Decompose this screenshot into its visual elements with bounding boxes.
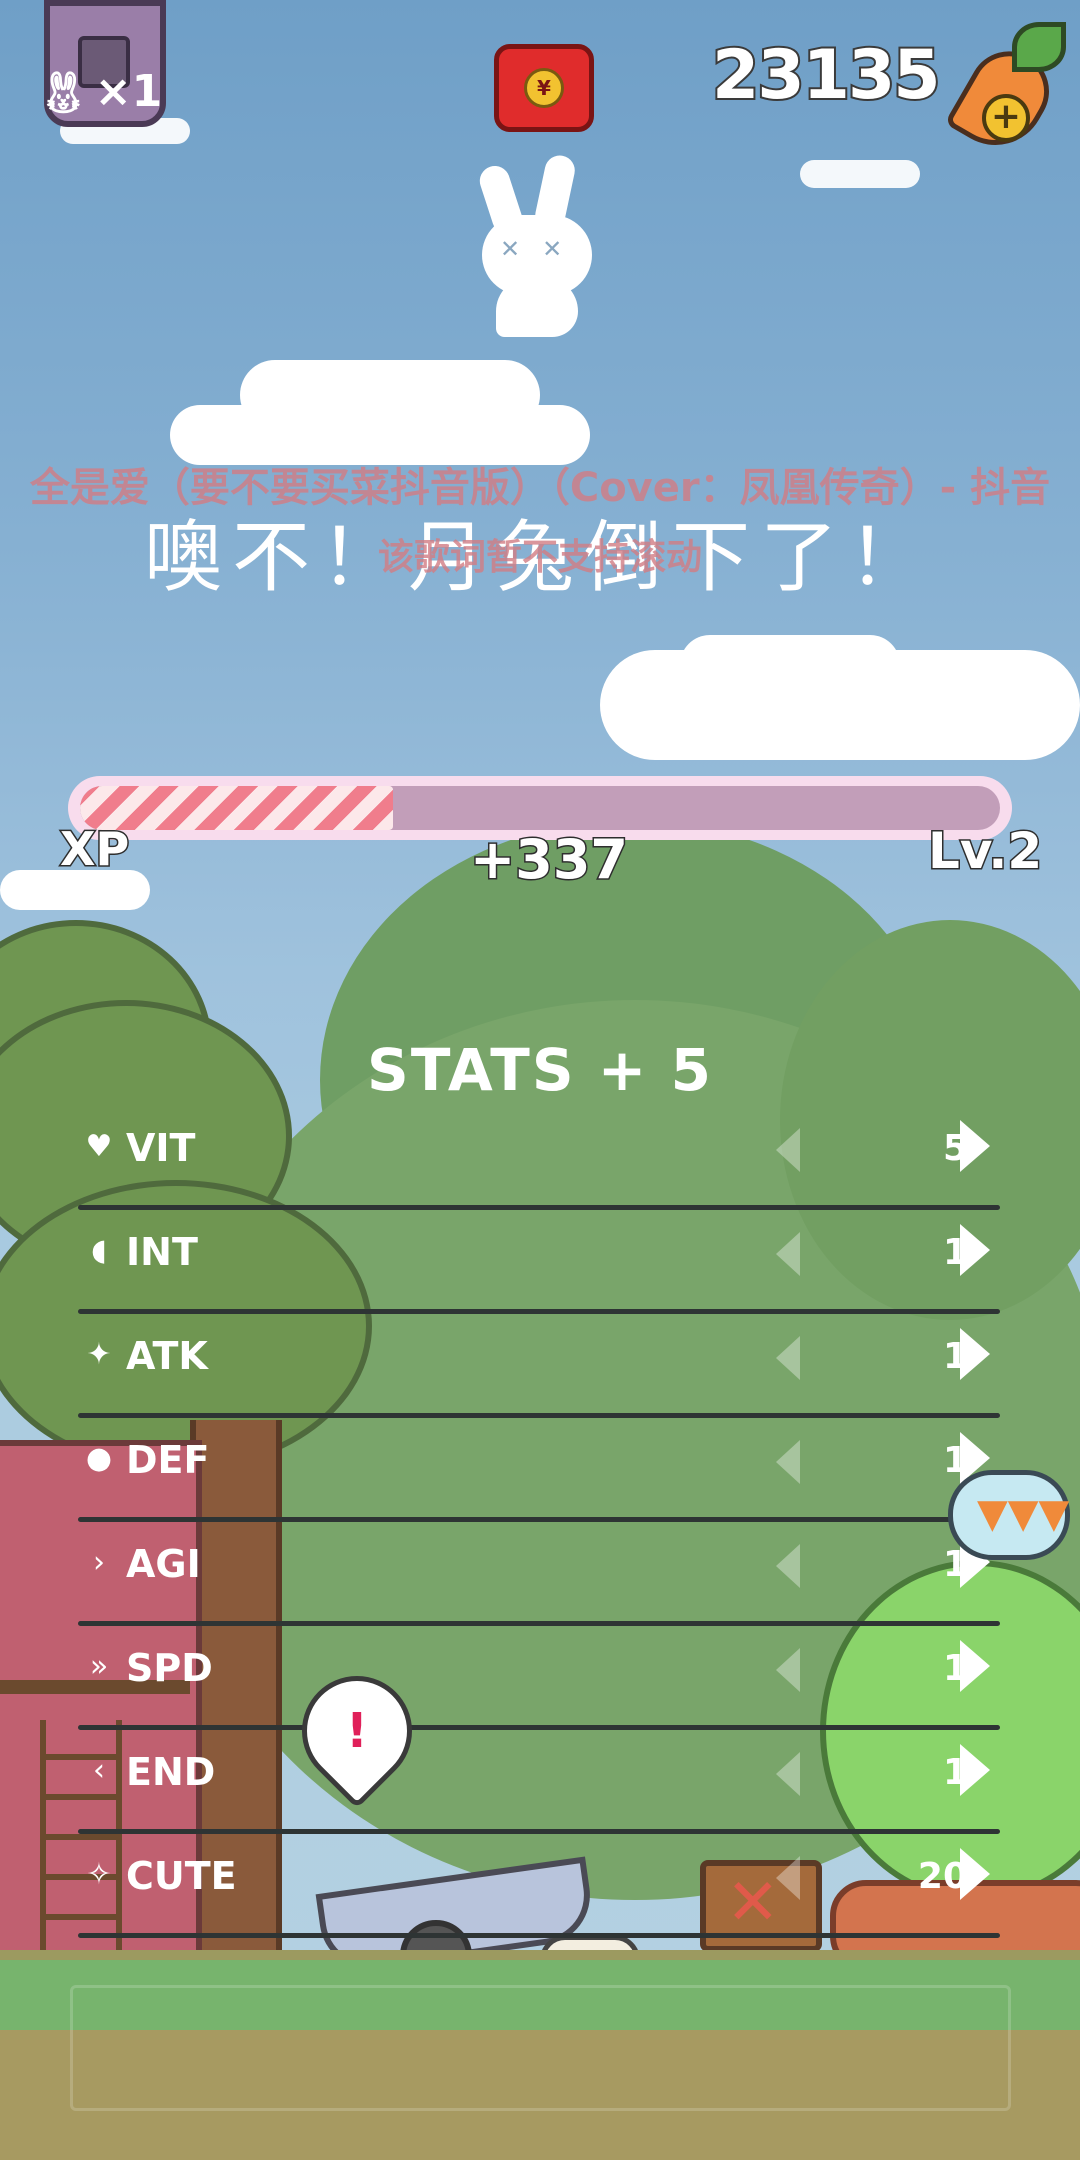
stat-value: 1	[942, 1648, 968, 1689]
stat-def-icon: ●	[85, 1441, 113, 1476]
stat-value: 1	[942, 1440, 968, 1481]
lives-count: ×1	[94, 66, 163, 117]
stat-vit-icon: ♥	[85, 1129, 113, 1164]
stat-atk-icon: ✦	[86, 1337, 112, 1372]
stat-value: 1	[942, 1232, 968, 1273]
carrot-bundle-icon: ▼▼▼	[977, 1491, 1070, 1537]
stat-int-icon: ◖	[91, 1233, 107, 1268]
xp-gain: +337	[469, 827, 630, 893]
stat-end-icon: ‹	[93, 1753, 105, 1788]
carrot-plus-icon[interactable]: +	[944, 22, 1066, 164]
stat-row-end: ‹ END 1	[78, 1730, 1000, 1834]
game-screen: ✕ 🐰︎ ×1 ¥ 23135 + ✕✕ 全是爱（要不要买菜抖音版）（Cover：…	[0, 0, 1080, 2160]
cloud	[0, 870, 150, 910]
alert-mark: !	[346, 1703, 368, 1759]
plus-icon: +	[982, 94, 1030, 142]
stat-value: 1	[942, 1752, 968, 1793]
cloud	[800, 160, 920, 188]
stat-value: 1	[942, 1544, 968, 1585]
increase-button[interactable]	[960, 1328, 990, 1380]
stat-name: INT	[126, 1230, 198, 1274]
bunny-body	[496, 277, 578, 337]
increase-button[interactable]	[960, 1120, 990, 1172]
stat-row-cute: ✧ CUTE 20	[78, 1834, 1000, 1938]
bunny-icon: 🐰︎	[38, 70, 89, 116]
increase-button[interactable]	[960, 1224, 990, 1276]
xp-track	[80, 786, 1000, 830]
stat-row-agi: › AGI 1	[78, 1522, 1000, 1626]
stat-row-def: ● DEF 1	[78, 1418, 1000, 1522]
stat-row-int: ◖ INT 1	[78, 1210, 1000, 1314]
lives-counter: 🐰︎ ×1	[38, 66, 162, 117]
red-envelope-icon[interactable]: ¥	[494, 44, 594, 132]
stat-name: ATK	[126, 1334, 208, 1378]
coin-count: 23135	[710, 34, 943, 117]
stat-name: END	[126, 1750, 216, 1794]
xp-label: XP	[58, 821, 130, 878]
bunny-eyes: ✕✕	[500, 235, 585, 263]
stat-value: 5	[942, 1128, 968, 1169]
stat-row-spd: » SPD 1	[78, 1626, 1000, 1730]
stat-agi-icon: ›	[93, 1545, 105, 1580]
row-divider	[78, 1933, 1000, 1938]
ground-panel	[70, 1985, 1011, 2111]
carrot-bubble[interactable]: ▼▼▼	[948, 1470, 1070, 1560]
increase-button[interactable]	[960, 1744, 990, 1796]
stat-spd-icon: »	[89, 1649, 109, 1684]
stat-name: VIT	[126, 1126, 196, 1170]
stat-row-vit: ♥ VIT 5	[78, 1106, 1000, 1210]
level-label: Lv.2	[926, 821, 1043, 882]
stat-cute-icon: ✧	[86, 1857, 112, 1892]
increase-button[interactable]	[960, 1640, 990, 1692]
ghost-bunny: ✕✕	[475, 152, 608, 340]
coin-seal-icon: ¥	[524, 68, 564, 108]
stat-name: AGI	[126, 1542, 201, 1586]
stats-title: STATS + 5	[367, 1036, 713, 1104]
stat-name: DEF	[126, 1438, 210, 1482]
increase-button[interactable]	[960, 1848, 990, 1900]
stat-name: SPD	[126, 1646, 213, 1690]
stat-value: 1	[942, 1336, 968, 1377]
stat-name: CUTE	[126, 1854, 237, 1898]
stat-value: 20	[917, 1856, 968, 1897]
cloud	[680, 635, 900, 695]
stat-row-atk: ✦ ATK 1	[78, 1314, 1000, 1418]
lyric-line: 该歌词暂不支持滚动	[377, 537, 702, 578]
carrot-leaf-icon	[1012, 22, 1066, 72]
